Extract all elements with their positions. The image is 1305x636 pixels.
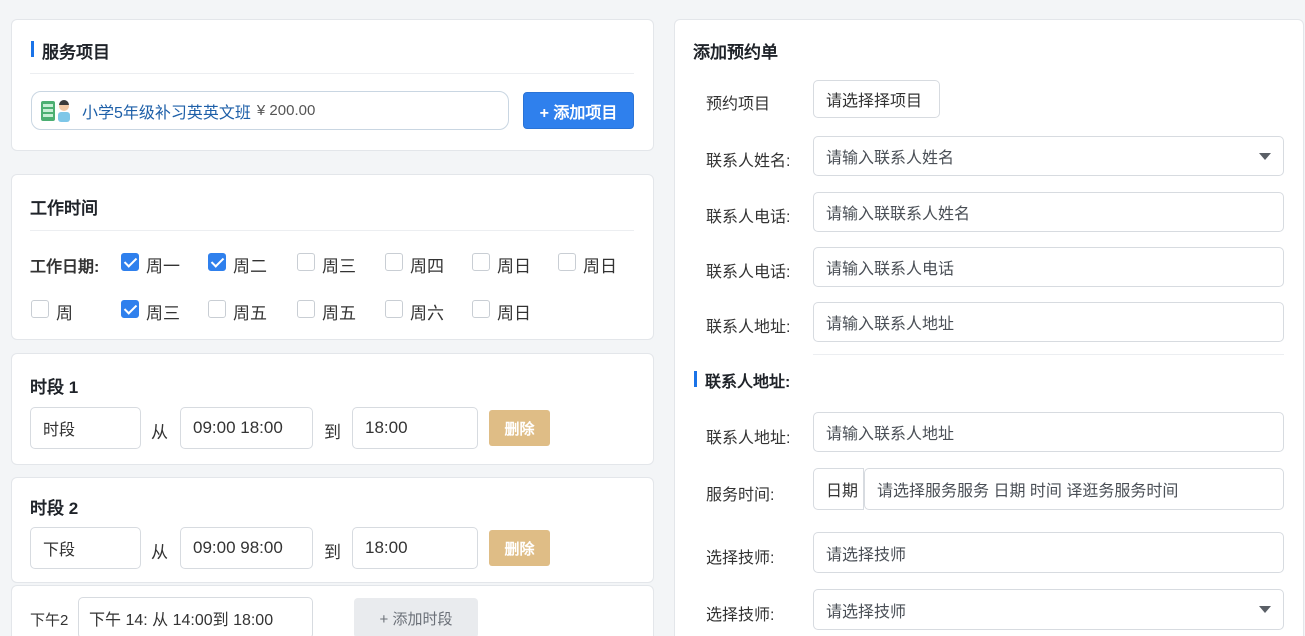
weekday-label: 周三 [322, 257, 356, 276]
project-label: 预约项目 [706, 96, 771, 113]
service-item-field[interactable]: 小学5年级补习英英文班 ¥ 200.00 [31, 91, 509, 130]
service-date-prefix[interactable]: 日期 [813, 468, 864, 510]
work-time-divider [30, 230, 634, 231]
slot1-delete-button[interactable]: 删除 [489, 410, 550, 446]
service-title: 服务项目 [31, 38, 110, 63]
booking-divider [813, 354, 1284, 355]
contact-name-select[interactable]: 请输入联系人姓名 [813, 136, 1284, 176]
weekday-checkbox[interactable] [297, 300, 315, 318]
slot1-name-input[interactable]: 时段 [30, 407, 141, 449]
weekday-checkbox[interactable] [472, 253, 490, 271]
weekday-label: 周五 [322, 304, 356, 323]
technician2-select[interactable]: 请选择技师 [813, 589, 1284, 630]
weekday-label: 周二 [233, 257, 267, 276]
slot1-title: 时段 1 [30, 378, 79, 397]
select-project-button[interactable]: 请选择择项目 [813, 80, 940, 118]
tutor-avatar-icon [40, 97, 74, 125]
slot3-label: 下午2 [30, 612, 69, 629]
weekday-checkbox[interactable] [121, 253, 139, 271]
service-time-label: 服务时间: [706, 487, 775, 504]
contact-name-label: 联系人姓名: [706, 153, 791, 170]
weekday-checkbox[interactable] [385, 253, 403, 271]
contact-address-input[interactable]: 请输入联系人地址 [813, 302, 1284, 342]
booking-title: 添加预约单 [693, 43, 778, 62]
weekday-label: 周日 [497, 304, 531, 323]
slot2-title: 时段 2 [30, 499, 79, 518]
slot2-from-input[interactable]: 09:00 98:00 [180, 527, 313, 569]
weekday-label: 周一 [146, 257, 180, 276]
chevron-down-icon [1259, 606, 1271, 613]
slot1-to-label: 到 [324, 423, 341, 442]
weekday-checkbox[interactable] [297, 253, 315, 271]
add-project-button[interactable]: + 添加项目 [523, 92, 634, 129]
weekday-checkbox[interactable] [31, 300, 49, 318]
weekday-label: 周 [56, 304, 73, 323]
technician1-label: 选择技师: [706, 550, 775, 567]
contact-phone1-input[interactable]: 请输入联联系人姓名 [813, 192, 1284, 232]
slot2-from-label: 从 [151, 543, 168, 562]
weekday-checkbox[interactable] [208, 300, 226, 318]
contact-address2-label: 联系人地址: [706, 430, 791, 447]
add-slot-button[interactable]: + 添加时段 [354, 598, 478, 636]
contact-phone2-input[interactable]: 请输入联系人电话 [813, 247, 1284, 287]
work-days-label: 工作日期: [30, 259, 100, 276]
slot1-from-label: 从 [151, 423, 168, 442]
slot2-name-input[interactable]: 下段 [30, 527, 141, 569]
contact-address-label: 联系人地址: [706, 319, 791, 336]
technician2-label: 选择技师: [706, 607, 775, 624]
weekday-label: 周日 [583, 257, 617, 276]
contact-phone2-label: 联系人电话: [706, 264, 791, 281]
technician1-input[interactable]: 请选择技师 [813, 532, 1284, 573]
contact-phone1-label: 联系人电话: [706, 209, 791, 226]
service-item-name: 小学5年级补习英英文班 [82, 104, 251, 122]
contact-address2-input[interactable]: 请输入联系人地址 [813, 412, 1284, 452]
weekday-label: 周日 [497, 257, 531, 276]
slot1-from-input[interactable]: 09:00 18:00 [180, 407, 313, 449]
weekday-label: 周五 [233, 304, 267, 323]
work-time-title: 工作时间 [30, 199, 98, 218]
slot3-time-input[interactable]: 下午 14: 从 14:00到 18:00 [78, 597, 313, 636]
weekday-label: 周三 [146, 304, 180, 323]
slot2-delete-button[interactable]: 删除 [489, 530, 550, 566]
slot2-to-input[interactable]: 18:00 [352, 527, 478, 569]
weekday-checkbox[interactable] [472, 300, 490, 318]
slot1-to-input[interactable]: 18:00 [352, 407, 478, 449]
weekday-label: 周六 [410, 304, 444, 323]
weekday-label: 周四 [410, 257, 444, 276]
service-item-price: ¥ 200.00 [256, 102, 316, 119]
contact-name-placeholder: 请输入联系人姓名 [826, 150, 955, 167]
service-time-input[interactable]: 请选择服务服务 日期 时间 译逛务服务时间 [864, 468, 1284, 510]
technician2-placeholder: 请选择技师 [826, 603, 907, 621]
section-address-title: 联系人地址: [693, 368, 790, 392]
weekday-checkbox[interactable] [558, 253, 576, 271]
weekday-checkbox[interactable] [385, 300, 403, 318]
chevron-down-icon [1259, 153, 1271, 160]
weekday-checkbox[interactable] [121, 300, 139, 318]
service-divider [30, 73, 634, 74]
weekday-checkbox[interactable] [208, 253, 226, 271]
slot2-to-label: 到 [324, 543, 341, 562]
